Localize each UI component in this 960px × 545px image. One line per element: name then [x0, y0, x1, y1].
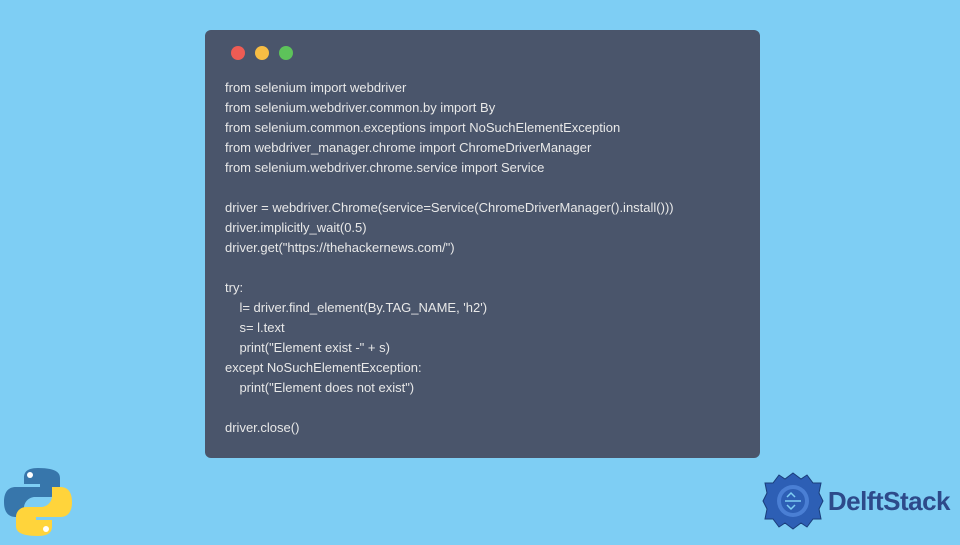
code-line: l= driver.find_element(By.TAG_NAME, 'h2'…: [225, 300, 487, 315]
code-line: from selenium.common.exceptions import N…: [225, 120, 620, 135]
code-line: from selenium.webdriver.common.by import…: [225, 100, 495, 115]
close-dot-icon: [231, 46, 245, 60]
window-controls: [225, 46, 740, 60]
code-line: driver = webdriver.Chrome(service=Servic…: [225, 200, 674, 215]
minimize-dot-icon: [255, 46, 269, 60]
python-logo-icon: [0, 464, 76, 540]
code-window: from selenium import webdriver from sele…: [205, 30, 760, 458]
delftstack-emblem-icon: [762, 470, 824, 532]
code-line: s= l.text: [225, 320, 285, 335]
code-content: from selenium import webdriver from sele…: [225, 78, 740, 438]
code-line: from selenium import webdriver: [225, 80, 406, 95]
code-line: print("Element does not exist"): [225, 380, 414, 395]
delftstack-brand-text: DelftStack: [828, 486, 950, 517]
code-line: try:: [225, 280, 243, 295]
maximize-dot-icon: [279, 46, 293, 60]
code-line: driver.close(): [225, 420, 299, 435]
code-line: driver.get("https://thehackernews.com/"): [225, 240, 455, 255]
code-line: from webdriver_manager.chrome import Chr…: [225, 140, 591, 155]
code-line: except NoSuchElementException:: [225, 360, 422, 375]
code-line: from selenium.webdriver.chrome.service i…: [225, 160, 544, 175]
code-line: print("Element exist -" + s): [225, 340, 390, 355]
code-line: driver.implicitly_wait(0.5): [225, 220, 367, 235]
delftstack-logo: DelftStack: [762, 470, 950, 532]
